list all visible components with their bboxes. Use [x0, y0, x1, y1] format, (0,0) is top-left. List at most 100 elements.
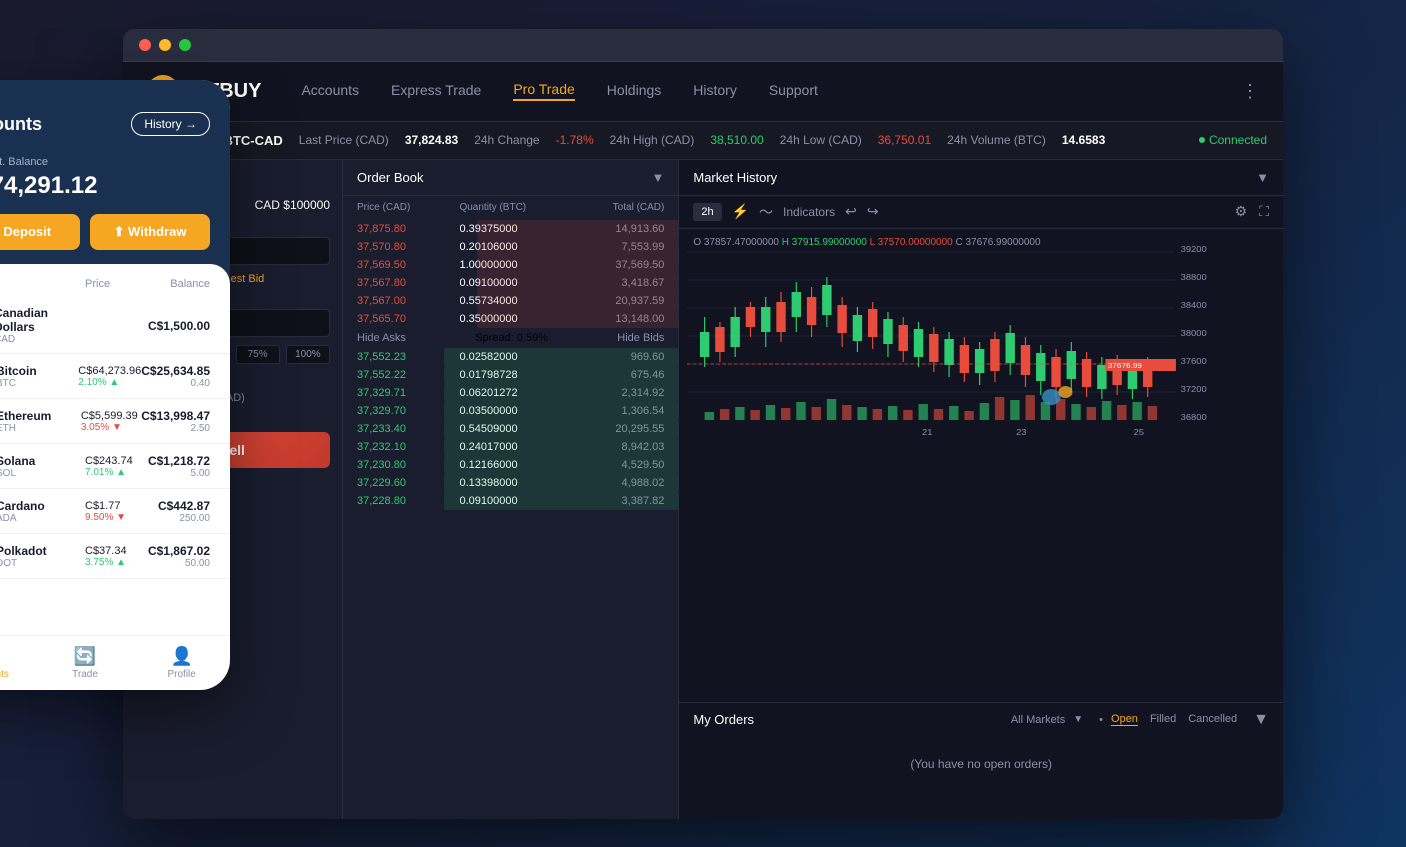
asset-balance-group: C$13,998.47 2.50 — [141, 409, 210, 434]
low-value: 36,750.01 — [878, 133, 931, 147]
nav-pro-trade[interactable]: Pro Trade — [513, 81, 574, 101]
mobile-inner: Accounts History → Total Est. Balance C$… — [0, 80, 230, 690]
mobile-assets-list: Asset Price Balance $ Canadian Dollars C… — [0, 264, 230, 635]
order-book-bid-row[interactable]: 37,552.23 0.02582000 969.60 — [343, 348, 678, 366]
order-book-header: Order Book ▼ — [343, 160, 678, 196]
market-history-collapse-icon[interactable]: ▼ — [1256, 170, 1269, 185]
timeframe-2h-button[interactable]: 2h — [693, 203, 721, 221]
order-book-ask-row[interactable]: 37,569.50 1.00000000 37,569.50 — [343, 256, 678, 274]
bottom-nav-profile[interactable]: 👤 Profile — [133, 646, 230, 680]
mobile-asset-row[interactable]: ₳ Cardano ADA C$1.77 9.50% ▼ C$442.87 25… — [0, 489, 230, 534]
asset-balance-units: 50.00 — [148, 558, 211, 569]
order-book-ask-row[interactable]: 37,570.80 0.20106000 7,553.99 — [343, 238, 678, 256]
mobile-withdraw-button[interactable]: ⬆ Withdraw — [90, 214, 210, 250]
asset-price-group: C$64,273.96 2.10% ▲ — [78, 365, 141, 388]
tab-filled[interactable]: Filled — [1150, 713, 1176, 726]
low-label: 24h Low (CAD) — [780, 133, 862, 147]
volume-value: 14.6583 — [1062, 133, 1105, 147]
bid-qty: 0.09100000 — [459, 495, 561, 507]
order-book-bid-row[interactable]: 37,232.10 0.24017000 8,942.03 — [343, 438, 678, 456]
order-book-ask-row[interactable]: 37,875.80 0.39375000 14,913.60 — [343, 220, 678, 238]
asks-list: 37,875.80 0.39375000 14,913.60 37,570.80… — [343, 220, 678, 328]
ask-total: 14,913.60 — [562, 223, 664, 235]
tab-open[interactable]: Open — [1111, 713, 1138, 726]
my-orders-collapse-icon[interactable]: ▼ — [1253, 711, 1269, 729]
order-book-bid-row[interactable]: 37,228.80 0.09100000 3,387.82 — [343, 492, 678, 510]
bottom-nav-trade[interactable]: 🔄 Trade — [37, 646, 134, 680]
mobile-deposit-button[interactable]: ⬇ Deposit — [0, 214, 80, 250]
nav-support[interactable]: Support — [769, 82, 818, 100]
nav-holdings[interactable]: Holdings — [607, 82, 661, 100]
ask-qty: 0.09100000 — [459, 277, 561, 289]
order-book-ask-row[interactable]: 37,567.00 0.55734000 20,937.59 — [343, 292, 678, 310]
nav-accounts[interactable]: Accounts — [301, 82, 359, 100]
asset-balance-group: C$1,867.02 50.00 — [148, 544, 211, 569]
svg-text:37200: 37200 — [1181, 384, 1207, 393]
asset-info: ₿ Bitcoin BTC — [0, 362, 78, 390]
my-orders-title: My Orders — [693, 712, 754, 727]
hide-bids-link[interactable]: Hide Bids — [617, 332, 664, 344]
mobile-history-button[interactable]: History → — [131, 112, 210, 136]
purchase-limit-value: CAD $100000 — [255, 198, 330, 212]
chart-type-icon[interactable]: ⚡ — [732, 203, 749, 220]
price-col-header: Price — [85, 278, 148, 290]
profile-nav-icon: 👤 — [170, 646, 192, 667]
order-book-collapse-icon[interactable]: ▼ — [651, 170, 664, 185]
asset-symbol: ADA — [0, 513, 45, 524]
asset-symbol: ETH — [0, 423, 51, 434]
mobile-app-overlay: Accounts History → Total Est. Balance C$… — [0, 80, 230, 690]
ticker-pair[interactable]: BTC-CAD — [224, 133, 283, 148]
asset-info: ◎ Solana SOL — [0, 452, 85, 480]
ask-price: 37,569.50 — [357, 259, 459, 271]
order-book-bid-row[interactable]: 37,329.71 0.06201272 2,314.92 — [343, 384, 678, 402]
order-book-bid-row[interactable]: 37,552.22 0.01798728 675.46 — [343, 366, 678, 384]
markets-dropdown-arrow[interactable]: ▼ — [1073, 714, 1083, 725]
order-book-ask-row[interactable]: 37,565.70 0.35000000 13,148.00 — [343, 310, 678, 328]
asset-balance-units: 5.00 — [148, 468, 211, 479]
indicators-button[interactable]: Indicators — [783, 205, 835, 219]
asset-balance-value: C$442.87 — [148, 499, 211, 513]
maximize-dot[interactable] — [179, 39, 191, 51]
order-book-bid-row[interactable]: 37,230.80 0.12166000 4,529.50 — [343, 456, 678, 474]
asset-info: Ξ Ethereum ETH — [0, 407, 81, 435]
order-book-bid-row[interactable]: 37,329.70 0.03500000 1,306.54 — [343, 402, 678, 420]
asset-balance-units: 2.50 — [141, 423, 210, 434]
asset-price-value: C$5,599.39 — [81, 410, 141, 422]
asset-price-group: C$243.74 7.01% ▲ — [85, 455, 148, 478]
all-markets-dropdown[interactable]: All Markets — [1011, 714, 1065, 726]
mobile-asset-row[interactable]: $ Canadian Dollars CAD C$1,500.00 — [0, 298, 230, 354]
asset-price-value: C$1.77 — [85, 500, 148, 512]
chart-wave-icon[interactable]: 〜 — [759, 202, 773, 222]
last-price-label: Last Price (CAD) — [299, 133, 389, 147]
nav-history[interactable]: History — [693, 82, 737, 100]
mobile-asset-row[interactable]: ◎ Solana SOL C$243.74 7.01% ▲ C$1,218.72… — [0, 444, 230, 489]
bottom-nav-accounts[interactable]: 🏠 Accounts — [0, 646, 37, 680]
minimize-dot[interactable] — [159, 39, 171, 51]
hide-asks-link[interactable]: Hide Asks — [357, 332, 406, 344]
mobile-asset-row[interactable]: ● Polkadot DOT C$37.34 3.75% ▲ C$1,867.0… — [0, 534, 230, 579]
pct-75-button[interactable]: 75% — [236, 345, 280, 364]
order-book-bid-row[interactable]: 37,233.40 0.54509000 20,295.55 — [343, 420, 678, 438]
tab-cancelled[interactable]: Cancelled — [1188, 713, 1237, 726]
order-book-bid-row[interactable]: 37,229.60 0.13398000 4,988.02 — [343, 474, 678, 492]
undo-icon[interactable]: ↩ — [845, 203, 857, 220]
close-dot[interactable] — [139, 39, 151, 51]
mobile-asset-row[interactable]: Ξ Ethereum ETH C$5,599.39 3.05% ▼ C$13,9… — [0, 399, 230, 444]
mobile-title: Accounts — [0, 114, 42, 135]
ask-qty: 0.39375000 — [459, 223, 561, 235]
order-book-column-headers: Price (CAD) Quantity (BTC) Total (CAD) — [343, 196, 678, 220]
mobile-asset-row[interactable]: ₿ Bitcoin BTC C$64,273.96 2.10% ▲ C$25,6… — [0, 354, 230, 399]
asset-change: 2.10% ▲ — [78, 377, 141, 388]
mobile-actions: ⬇ Deposit ⬆ Withdraw — [0, 214, 230, 250]
asset-balance-group: C$1,500.00 — [148, 319, 211, 333]
settings-icon[interactable]: ⚙ — [1235, 203, 1248, 220]
redo-icon[interactable]: ↪ — [867, 203, 879, 220]
nav-more-icon[interactable]: ⋮ — [1241, 81, 1259, 102]
high-label: 24h High (CAD) — [610, 133, 695, 147]
ask-total: 7,553.99 — [562, 241, 664, 253]
pct-100-button[interactable]: 100% — [286, 345, 330, 364]
fullscreen-icon[interactable]: ⛶ — [1259, 203, 1269, 220]
order-book-ask-row[interactable]: 37,567.80 0.09100000 3,418.67 — [343, 274, 678, 292]
nav-express-trade[interactable]: Express Trade — [391, 82, 481, 100]
chart-ohlc-info: O 37857.47000000 H 37915.99000000 L 3757… — [693, 237, 1040, 248]
